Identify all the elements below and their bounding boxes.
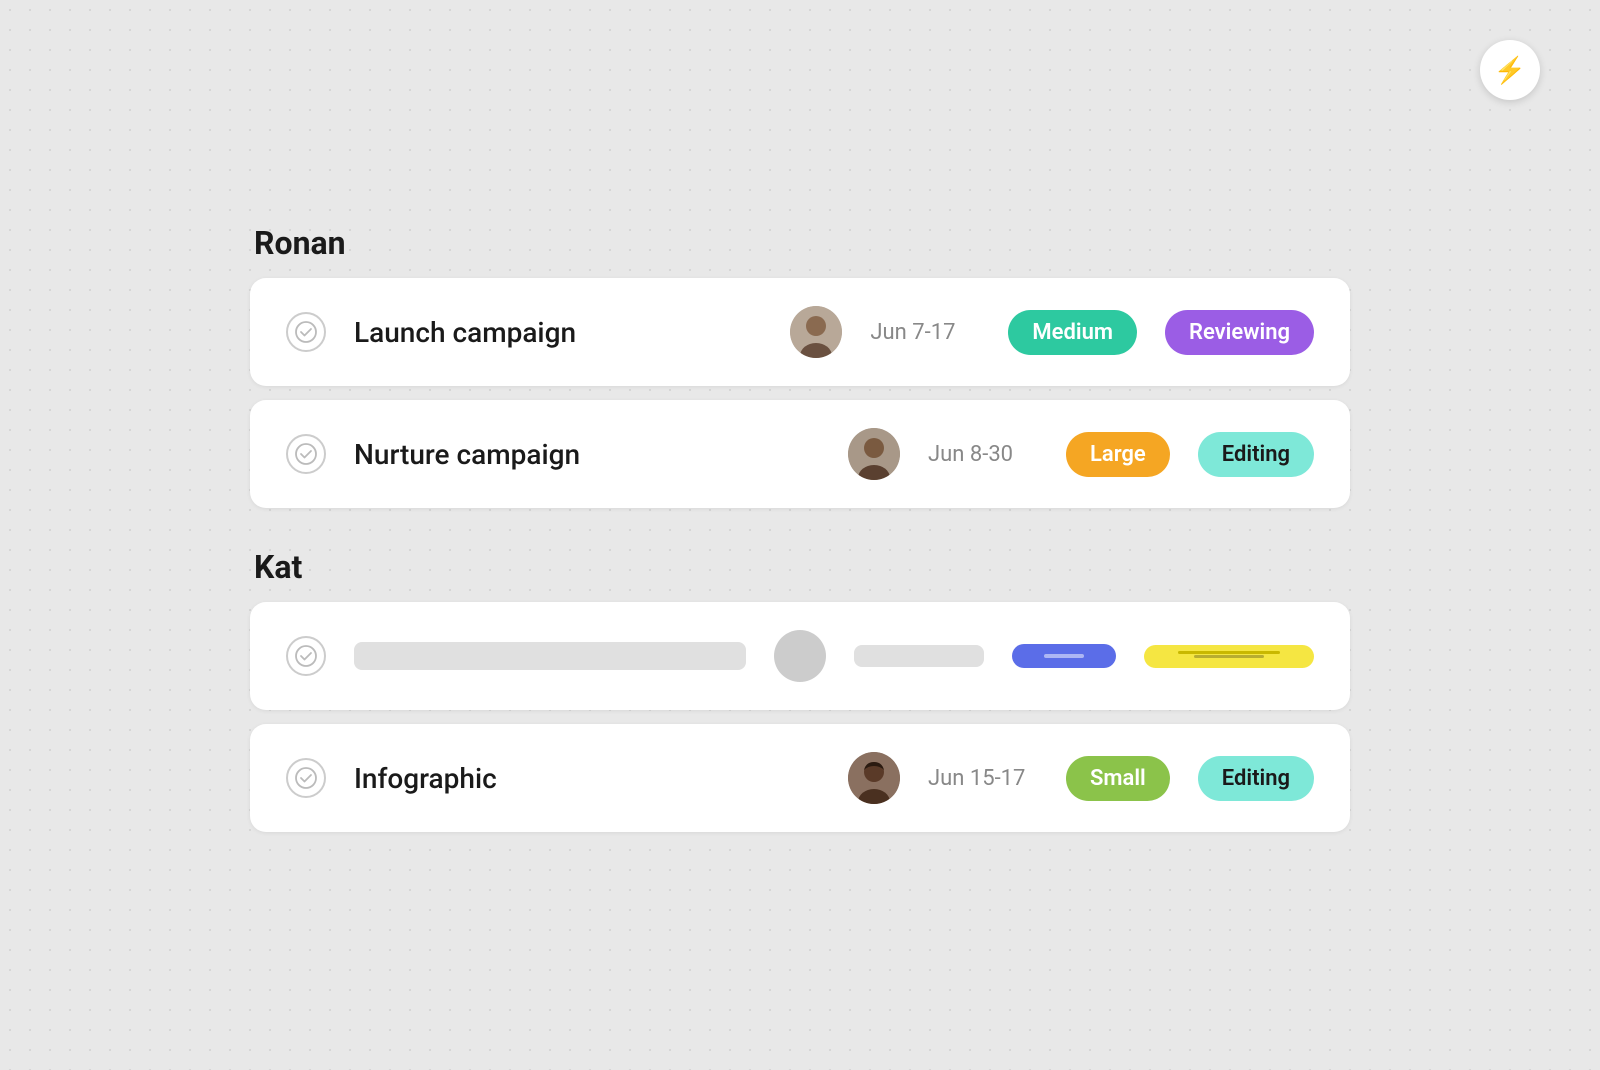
avatar — [848, 752, 900, 804]
task-name: Infographic — [354, 762, 820, 795]
badge-skeleton-status — [1144, 645, 1314, 668]
task-name: Launch campaign — [354, 316, 762, 349]
main-container: Ronan Launch campaign Jun 7-17 Medium Revi… — [250, 184, 1350, 886]
section-ronan: Ronan Launch campaign Jun 7-17 Medium Revi… — [250, 224, 1350, 508]
section-title-ronan: Ronan — [250, 224, 1350, 262]
task-card-nurture-campaign: Nurture campaign Jun 8-30 Large Editing — [250, 400, 1350, 508]
task-status-badge[interactable]: Reviewing — [1165, 310, 1314, 355]
skeleton-task-name — [354, 642, 746, 670]
check-icon[interactable] — [286, 312, 326, 352]
task-name: Nurture campaign — [354, 438, 820, 471]
task-card-infographic: Infographic Jun 15-17 Small Editing — [250, 724, 1350, 832]
check-icon[interactable] — [286, 758, 326, 798]
task-status-badge[interactable]: Editing — [1198, 756, 1314, 801]
task-priority-badge[interactable]: Small — [1066, 756, 1170, 801]
section-kat: Kat Infographic Jun 15-17 Small Editing — [250, 548, 1350, 832]
lightning-icon: ⚡ — [1494, 55, 1526, 86]
check-icon[interactable] — [286, 636, 326, 676]
task-card-launch-campaign: Launch campaign Jun 7-17 Medium Reviewing — [250, 278, 1350, 386]
task-status-badge[interactable]: Editing — [1198, 432, 1314, 477]
task-date-range: Jun 8-30 — [928, 442, 1038, 467]
badge-skeleton-priority — [1012, 644, 1116, 668]
check-icon[interactable] — [286, 434, 326, 474]
task-priority-badge[interactable]: Medium — [1008, 310, 1137, 355]
task-priority-badge[interactable]: Large — [1066, 432, 1170, 477]
avatar — [848, 428, 900, 480]
avatar — [790, 306, 842, 358]
skeleton-date — [854, 645, 984, 667]
task-date-range: Jun 7-17 — [870, 320, 980, 345]
section-title-kat: Kat — [250, 548, 1350, 586]
task-date-range: Jun 15-17 — [928, 766, 1038, 791]
avatar — [774, 630, 826, 682]
task-card-skeleton-task — [250, 602, 1350, 710]
lightning-button[interactable]: ⚡ — [1480, 40, 1540, 100]
